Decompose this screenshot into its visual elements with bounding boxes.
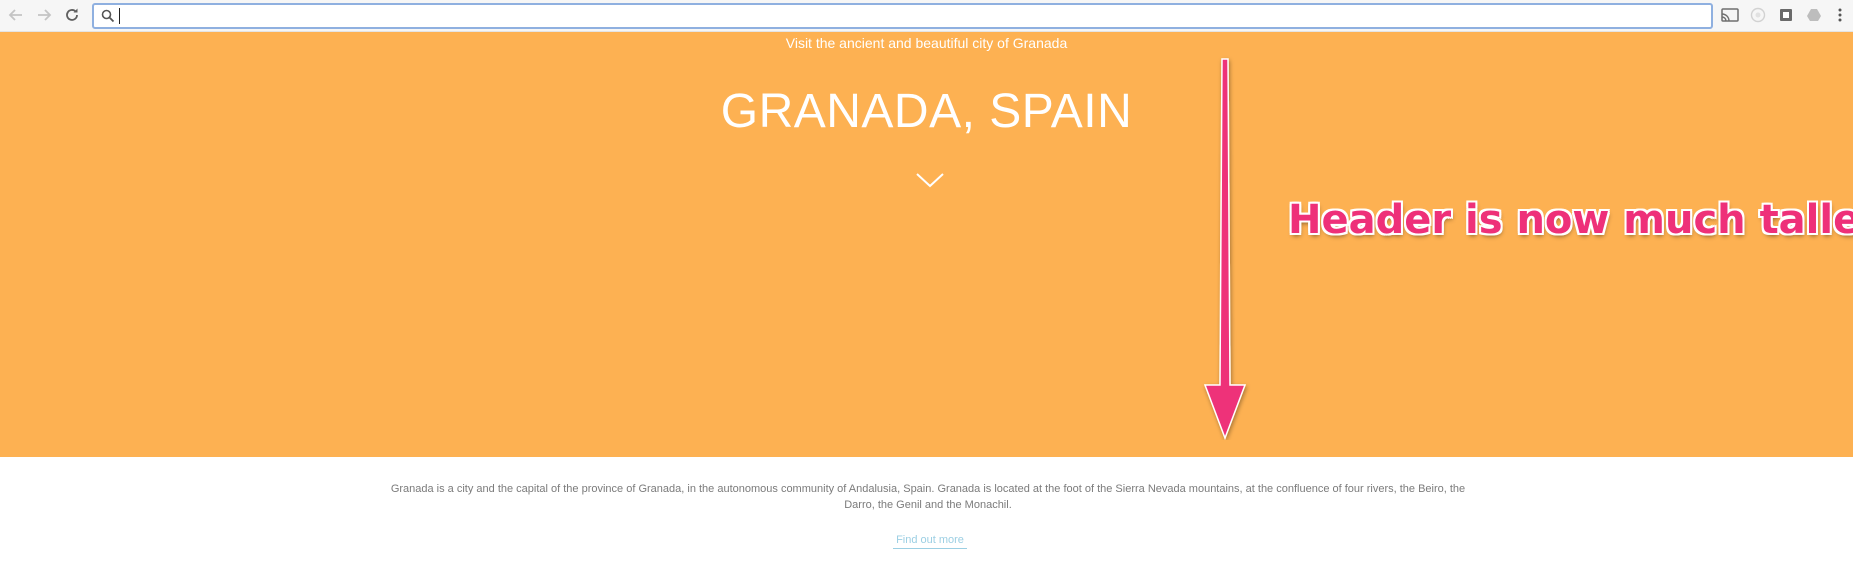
extension-icon [1780, 9, 1792, 21]
arrow-right-icon [38, 9, 52, 21]
reload-button[interactable] [62, 5, 82, 25]
page-title: GRANADA, SPAIN [720, 85, 1133, 138]
intro-paragraph: Granada is a city and the capital of the… [390, 483, 1466, 511]
address-bar[interactable] [92, 3, 1713, 29]
arrow-left-icon [8, 9, 22, 21]
drive-button[interactable] [1804, 5, 1824, 25]
menu-button[interactable] [1832, 5, 1848, 25]
chevron-down-icon [916, 173, 944, 188]
more-vertical-icon [1838, 8, 1842, 22]
reload-icon [66, 8, 78, 21]
text-caret [119, 8, 120, 24]
cast-icon [1721, 8, 1739, 22]
extension-icon [1750, 7, 1766, 23]
arrow-down-icon [1203, 58, 1247, 440]
search-icon [101, 9, 115, 23]
address-input[interactable] [118, 6, 1698, 26]
extension-button-2[interactable] [1776, 5, 1796, 25]
browser-toolbar [0, 0, 1853, 32]
scroll-down-button[interactable] [914, 168, 946, 192]
find-out-more-link[interactable]: Find out more [893, 534, 967, 549]
cast-button[interactable] [1720, 5, 1740, 25]
annotation-label: Header is now much taller [1288, 197, 1853, 243]
hero-header: Visit the ancient and beautiful city of … [0, 32, 1853, 457]
tagline: Visit the ancient and beautiful city of … [785, 35, 1068, 51]
extension-button-1[interactable] [1748, 5, 1768, 25]
forward-button[interactable] [34, 5, 54, 25]
drive-icon [1807, 9, 1821, 21]
back-button[interactable] [6, 5, 26, 25]
